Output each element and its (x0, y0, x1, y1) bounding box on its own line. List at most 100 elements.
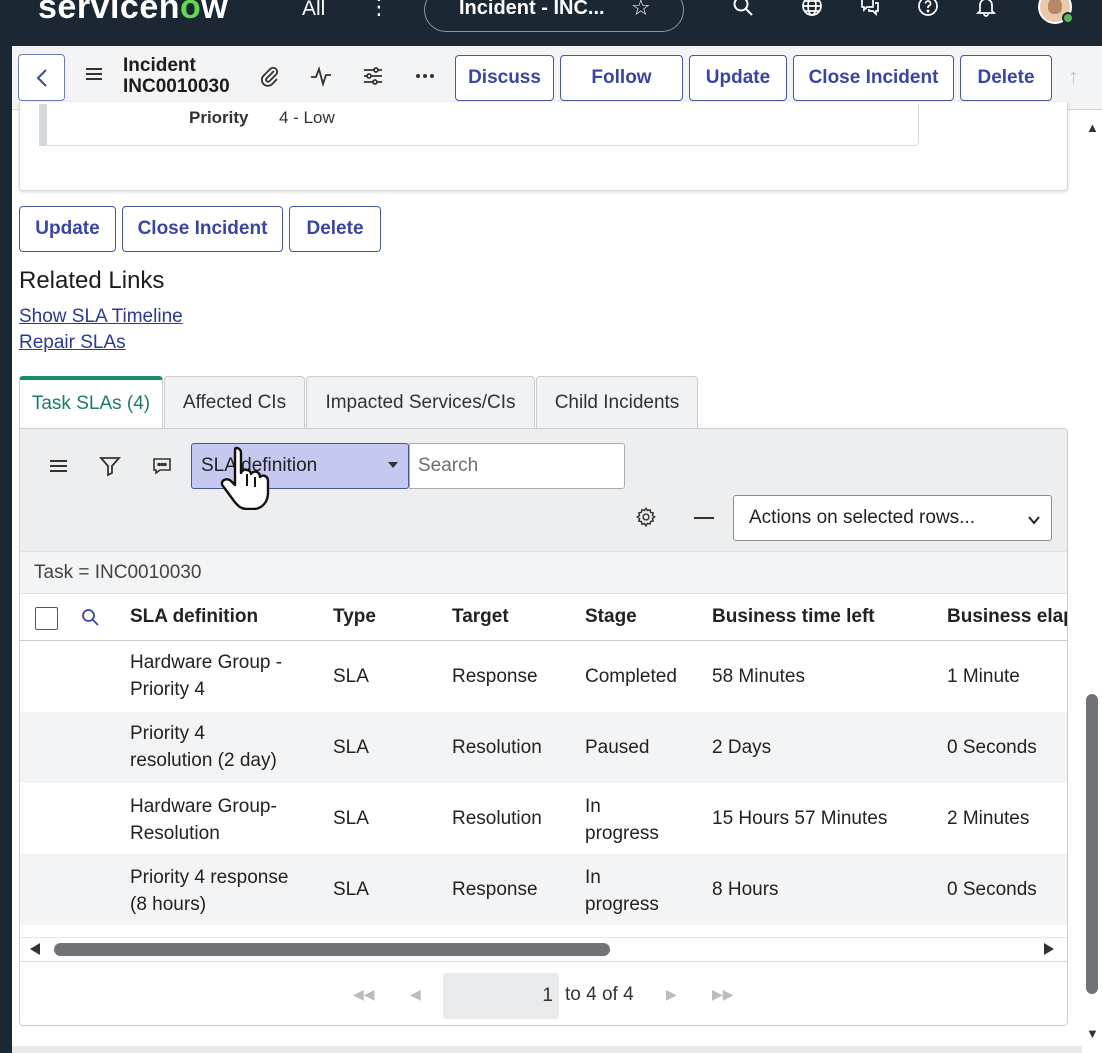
stage-line1: In (585, 867, 601, 888)
column-business-time-left[interactable]: Business time left (712, 606, 875, 628)
show-sla-timeline-link[interactable]: Show SLA Timeline (19, 306, 183, 328)
elapsed-cell: 1 Minute (947, 666, 1020, 687)
table-row[interactable]: Priority 4 response (8 hours) SLA Respon… (20, 854, 1067, 925)
table-row[interactable]: Hardware Group - Priority 4 SLA Response… (20, 641, 1067, 712)
filter-icon[interactable] (99, 455, 121, 477)
scroll-top-arrow-icon[interactable]: ↑ (1068, 64, 1079, 90)
time-left-cell: 15 Hours 57 Minutes (712, 808, 888, 829)
last-page-icon[interactable]: ▶▶ (712, 986, 734, 1003)
scroll-up-arrow-icon[interactable]: ▲ (1086, 120, 1099, 135)
table-row[interactable]: Priority 4 resolution (2 day) SLA Resolu… (20, 712, 1067, 783)
back-button[interactable] (18, 54, 65, 101)
select-all-checkbox[interactable] (35, 607, 58, 630)
table-row[interactable]: Hardware Group- Resolution SLA Resolutio… (20, 783, 1067, 854)
target-cell: Response (452, 879, 538, 900)
column-type[interactable]: Type (333, 606, 376, 628)
context-pill-label: Incident - INC... (459, 0, 605, 19)
activity-icon[interactable] (309, 64, 333, 90)
stage-cell: Completed (585, 666, 677, 687)
list-pagination: ◀◀ ◀ 1 to 4 of 4 ▶ ▶▶ (20, 961, 1067, 1025)
close-incident-button[interactable]: Close Incident (793, 55, 954, 101)
top-navigation-bar: servicenow All ⋮ Incident - INC... ☆ (12, 0, 1102, 46)
repair-slas-link[interactable]: Repair SLAs (19, 332, 126, 354)
stage-cell: Paused (585, 737, 650, 758)
table-header-row: SLA definition Type Target Stage Busines… (20, 593, 1067, 641)
online-status-icon (1062, 12, 1074, 24)
time-left-cell: 58 Minutes (712, 666, 805, 687)
bottom-delete-button[interactable]: Delete (289, 206, 381, 252)
filter-breadcrumb-row: Task = INC0010030 (20, 551, 1067, 593)
first-page-icon[interactable]: ◀◀ (353, 986, 375, 1003)
actions-on-selected-rows-select[interactable]: Actions on selected rows... (733, 495, 1052, 541)
bell-icon[interactable] (974, 0, 1000, 22)
type-cell: SLA (333, 737, 369, 758)
time-left-cell: 8 Hours (712, 879, 779, 900)
elapsed-cell: 0 Seconds (947, 737, 1037, 758)
scroll-right-arrow-icon[interactable] (1044, 943, 1054, 955)
horizontal-scrollbar-thumb[interactable] (54, 943, 610, 956)
sla-definition-cell[interactable]: Hardware Group - Priority 4 (130, 649, 282, 703)
context-menu-icon[interactable] (84, 64, 104, 84)
search-icon[interactable] (731, 0, 757, 22)
bottom-close-incident-button[interactable]: Close Incident (122, 206, 283, 252)
sla-definition-cell[interactable]: Hardware Group- Resolution (130, 793, 277, 847)
context-pill[interactable]: Incident - INC... ☆ (424, 0, 684, 32)
stage-line2: progress (585, 894, 659, 915)
collapse-list-icon[interactable] (694, 517, 714, 519)
target-cell: Response (452, 666, 538, 687)
form-header: Incident INC0010030 Discuss Follow Updat… (12, 46, 1102, 110)
tab-child-incidents[interactable]: Child Incidents (536, 376, 698, 428)
filter-breadcrumb[interactable]: Task = INC0010030 (34, 562, 201, 584)
list-settings-gear-icon[interactable] (635, 506, 657, 528)
scroll-down-arrow-icon[interactable]: ▼ (1086, 1026, 1099, 1041)
stage-line1: In (585, 796, 601, 817)
personalize-sliders-icon[interactable] (361, 64, 385, 90)
chat-icon[interactable] (858, 0, 884, 22)
stage-cell: In progress (585, 864, 659, 918)
scrollbar-thumb[interactable] (1086, 694, 1098, 994)
previous-page-icon[interactable]: ◀ (410, 986, 421, 1003)
favorite-star-icon[interactable]: ☆ (631, 0, 651, 21)
help-icon[interactable] (916, 0, 942, 22)
tab-impacted-services[interactable]: Impacted Services/CIs (306, 376, 535, 428)
sla-definition-cell[interactable]: Priority 4 resolution (2 day) (130, 720, 277, 774)
follow-button[interactable]: Follow (560, 55, 683, 101)
more-options-icon[interactable] (413, 64, 437, 90)
elapsed-cell: 2 Minutes (947, 808, 1030, 829)
column-business-elapsed[interactable]: Business elap (947, 606, 1067, 628)
horizontal-scrollbar[interactable] (20, 937, 1067, 961)
list-search-input[interactable] (409, 443, 625, 489)
delete-button[interactable]: Delete (960, 55, 1052, 101)
next-page-icon[interactable]: ▶ (666, 986, 677, 1003)
related-links-heading: Related Links (19, 267, 165, 294)
type-cell: SLA (333, 808, 369, 829)
column-target[interactable]: Target (452, 606, 509, 628)
tab-task-slas[interactable]: Task SLAs (4) (19, 376, 163, 428)
sla-definition-line1: Priority 4 response (130, 867, 289, 888)
priority-value: 4 - Low (279, 108, 335, 127)
globe-icon[interactable] (800, 0, 826, 22)
column-search-icon[interactable] (80, 607, 100, 627)
actions-select-value: Actions on selected rows... (749, 507, 975, 528)
comment-icon[interactable] (151, 455, 173, 477)
scroll-left-arrow-icon[interactable] (30, 943, 40, 955)
bottom-update-button[interactable]: Update (19, 206, 116, 252)
tab-affected-cis[interactable]: Affected CIs (164, 376, 305, 428)
column-sla-definition[interactable]: SLA definition (130, 606, 258, 628)
list-toolbar: SLA definition Actions on selected rows.… (20, 429, 1067, 551)
form-inner-accent (39, 104, 47, 146)
list-menu-icon[interactable] (48, 455, 70, 477)
page-number-input[interactable]: 1 (443, 973, 559, 1019)
discuss-button[interactable]: Discuss (455, 55, 554, 101)
sla-definition-line2: Priority 4 (130, 679, 205, 700)
type-cell: SLA (333, 666, 369, 687)
column-stage[interactable]: Stage (585, 606, 637, 628)
form-inner-card (39, 104, 919, 146)
all-menu-button[interactable]: All (302, 0, 325, 21)
sla-definition-cell[interactable]: Priority 4 response (8 hours) (130, 864, 288, 918)
type-cell: SLA (333, 879, 369, 900)
more-menu-icon[interactable]: ⋮ (368, 0, 390, 22)
servicenow-logo[interactable]: servicenow (38, 0, 228, 27)
update-button[interactable]: Update (689, 55, 787, 101)
attachment-icon[interactable] (257, 64, 281, 90)
